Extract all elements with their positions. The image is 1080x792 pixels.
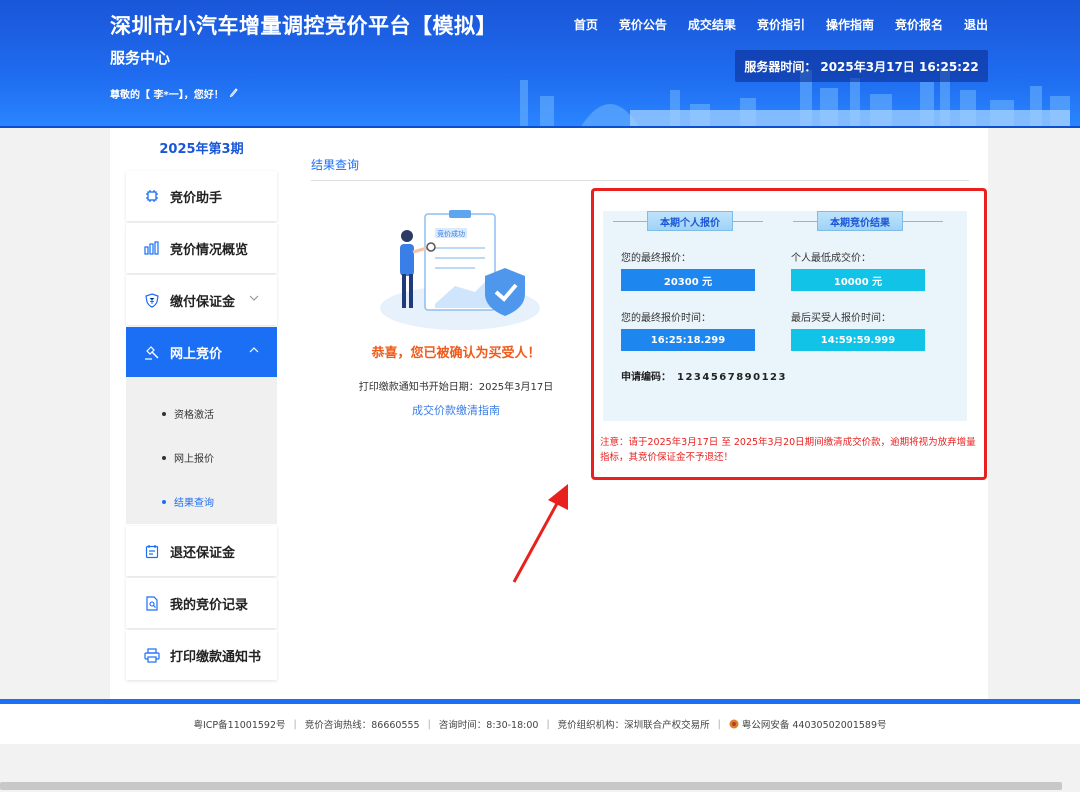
nav-registration[interactable]: 竞价报名 xyxy=(895,16,943,33)
footer-separator: | xyxy=(717,718,721,730)
bidding-period: 2025年第3期 xyxy=(159,142,244,157)
chip-icon xyxy=(144,188,160,204)
top-nav: 首页 竞价公告 成交结果 竞价指引 操作指南 竞价报名 退出 xyxy=(574,16,988,33)
sidebar-item-label: 我的竞价记录 xyxy=(170,597,249,613)
greeting-text: 尊敬的【 李*一】，您好！ xyxy=(110,90,224,101)
printer-icon xyxy=(144,647,160,663)
organizer: 竞价组织机构：深圳联合产权交易所 xyxy=(557,720,710,731)
consult-hours: 咨询时间：8:30-18:00 xyxy=(438,720,539,731)
document-search-icon xyxy=(144,595,160,611)
submenu-label: 结果查询 xyxy=(174,498,214,509)
final-time-label: 您的最终报价时间： xyxy=(621,313,711,324)
nav-results[interactable]: 成交结果 xyxy=(688,16,736,33)
bar-chart-icon xyxy=(144,240,160,256)
chevron-up-icon xyxy=(249,347,259,353)
horizontal-scrollbar[interactable] xyxy=(0,782,1062,790)
bullet-icon xyxy=(162,455,166,460)
sidebar-item-online-bidding[interactable]: 网上竞价 xyxy=(126,327,277,377)
footer-separator: | xyxy=(293,718,297,730)
user-greeting: 尊敬的【 李*一】，您好！ xyxy=(110,86,239,101)
main-container: 2025年第3期 竞价助手 竞价情况概览 缴付保证金 网上竞价 资格激活 网上报… xyxy=(110,128,988,699)
sidebar-item-label: 退还保证金 xyxy=(170,545,236,561)
server-time: 服务器时间： 2025年3月17日 16:25:22 xyxy=(735,50,988,82)
last-buyer-time-value: 14:59:59.999 xyxy=(791,329,925,351)
calendar-icon xyxy=(144,543,160,559)
nav-home[interactable]: 首页 xyxy=(574,16,598,33)
annotation-arrow-icon xyxy=(512,484,568,583)
illustration-badge-text: 竞价成功 xyxy=(437,229,465,238)
sidebar-item-label: 网上竞价 xyxy=(170,346,223,362)
online-bidding-submenu: 资格激活 网上报价 结果查询 xyxy=(126,377,277,524)
application-code: 申请编码： 1234567890123 xyxy=(621,368,787,383)
sidebar-item-label: 竞价助手 xyxy=(170,190,223,206)
min-price-label: 个人最低成交价： xyxy=(791,253,871,264)
sidebar-item-overview[interactable]: 竞价情况概览 xyxy=(126,223,277,273)
print-start-date: 打印缴款通知书开始日期：2025年3月17日 xyxy=(358,382,554,393)
server-time-label: 服务器时间： xyxy=(744,59,817,74)
congrats-message: 恭喜，您已被确认为买受人！ xyxy=(371,346,541,361)
nav-operation-guide[interactable]: 操作指南 xyxy=(826,16,874,33)
bidding-result-header: 本期竞价结果 xyxy=(817,211,903,231)
success-illustration: 竞价成功 xyxy=(380,210,540,330)
hotline: 竞价咨询热线：86660555 xyxy=(304,720,420,731)
personal-quote-header: 本期个人报价 xyxy=(647,211,733,231)
nav-announcement[interactable]: 竞价公告 xyxy=(619,16,667,33)
sidebar-item-label: 竞价情况概览 xyxy=(170,242,249,258)
section-divider xyxy=(311,180,969,181)
police-badge-icon xyxy=(729,719,739,729)
application-code-label: 申请编码： xyxy=(621,372,671,383)
payment-guide-link[interactable]: 成交价款缴清指南 xyxy=(311,402,601,418)
server-time-value: 2025年3月17日 16:25:22 xyxy=(820,59,979,74)
sidebar-item-print-notice[interactable]: 打印缴款通知书 xyxy=(126,630,277,680)
police-record[interactable]: 粤公网安备 44030502001589号 xyxy=(729,717,887,731)
site-subtitle: 服务中心 xyxy=(110,49,171,67)
gavel-icon xyxy=(144,344,160,360)
bullet-icon xyxy=(162,411,166,416)
bullet-icon xyxy=(162,499,166,504)
police-record-text: 粤公网安备 44030502001589号 xyxy=(741,720,887,731)
nav-bidding-guide[interactable]: 竞价指引 xyxy=(757,16,805,33)
final-time-value: 16:25:18.299 xyxy=(621,329,755,351)
min-price-value: 10000 元 xyxy=(791,269,925,291)
sidebar: 2025年第3期 竞价助手 竞价情况概览 缴付保证金 网上竞价 资格激活 网上报… xyxy=(126,128,277,699)
last-buyer-time-label: 最后买受人报价时间： xyxy=(791,313,891,324)
sidebar-item-deposit[interactable]: 缴付保证金 xyxy=(126,275,277,325)
result-card: 本期个人报价 本期竞价结果 您的最终报价： 20300 元 个人最低成交价： 1… xyxy=(603,211,967,421)
submenu-item-activation[interactable]: 资格激活 xyxy=(162,406,214,421)
submenu-label: 网上报价 xyxy=(174,454,214,465)
nav-logout[interactable]: 退出 xyxy=(964,16,988,33)
footer-separator: | xyxy=(427,718,431,730)
submenu-item-result-query[interactable]: 结果查询 xyxy=(162,494,214,509)
application-code-value: 1234567890123 xyxy=(677,372,787,383)
chevron-down-icon xyxy=(249,295,259,301)
footer-separator: | xyxy=(546,718,550,730)
submenu-item-quote[interactable]: 网上报价 xyxy=(162,450,214,465)
icp-record[interactable]: 粤ICP备11001592号 xyxy=(194,717,286,731)
final-price-label: 您的最终报价： xyxy=(621,253,691,264)
site-header: 深圳市小汽车增量调控竞价平台【模拟】 服务中心 尊敬的【 李*一】，您好！ 首页… xyxy=(0,0,1080,128)
shield-yen-icon xyxy=(144,292,160,308)
sidebar-item-assistant[interactable]: 竞价助手 xyxy=(126,171,277,221)
payment-deadline-notice: 注意：请于2025年3月17日 至 2025年3月20日期间缴清成交价款，逾期将… xyxy=(600,437,976,463)
final-price-value: 20300 元 xyxy=(621,269,755,291)
site-footer: 粤ICP备11001592号 | 竞价咨询热线：86660555 | 咨询时间：… xyxy=(0,704,1080,744)
submenu-label: 资格激活 xyxy=(174,410,214,421)
sidebar-item-label: 缴付保证金 xyxy=(170,294,236,310)
site-title: 深圳市小汽车增量调控竞价平台【模拟】 xyxy=(110,14,497,38)
sidebar-item-records[interactable]: 我的竞价记录 xyxy=(126,578,277,628)
section-title: 结果查询 xyxy=(311,158,360,172)
sidebar-item-label: 打印缴款通知书 xyxy=(170,649,262,665)
result-highlight-frame: 本期个人报价 本期竞价结果 您的最终报价： 20300 元 个人最低成交价： 1… xyxy=(591,188,987,480)
edit-icon[interactable] xyxy=(229,87,239,100)
sidebar-item-refund[interactable]: 退还保证金 xyxy=(126,526,277,576)
